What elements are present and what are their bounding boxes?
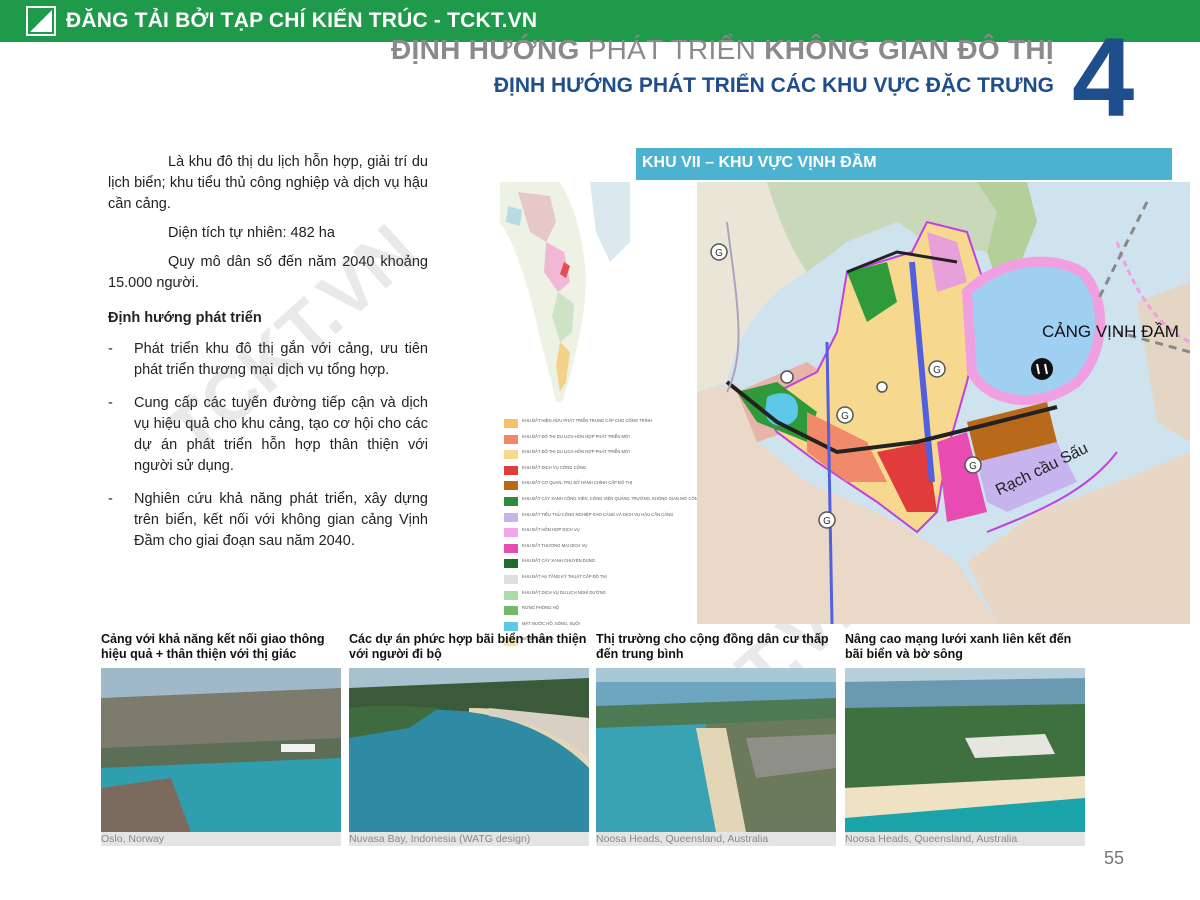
list-item: - Cung cấp các tuyến đường tiếp cận và dị… <box>108 393 428 477</box>
road-marker-label: G <box>969 461 977 472</box>
title-part-1: ĐỊNH HƯỚNG <box>391 34 580 65</box>
list-item: - Nghiên cứu khả năng phát triển, xây dựn… <box>108 489 428 552</box>
legend-swatch <box>504 434 518 444</box>
area-text: Diện tích tự nhiên: 482 ha <box>168 225 335 241</box>
population-text: Quy mô dân số đến năm 2040 khoảng 15.000… <box>108 254 428 291</box>
list-item: - Phát triển khu đô thị gắn với cảng, ưu … <box>108 339 428 381</box>
legend-swatch <box>504 512 518 522</box>
road-marker-label: G <box>823 516 831 527</box>
section-title-bar: KHU VII – KHU VỰC VỊNH ĐẦM <box>636 148 1172 180</box>
legend-swatch <box>504 559 518 569</box>
photo-card: Thị trường cho cộng đồng dân cư thấp đến… <box>596 632 836 846</box>
port-label: CẢNG VỊNH ĐẦM <box>1042 322 1179 341</box>
page-subtitle: ĐỊNH HƯỚNG PHÁT TRIỂN CÁC KHU VỰC ĐẶC TR… <box>493 74 1054 97</box>
beach-resort-photo <box>349 668 589 832</box>
legend-swatch <box>504 496 518 506</box>
banner-text: ĐĂNG TẢI BỞI TẠP CHÍ KIẾN TRÚC - TCKT.VN <box>66 9 538 32</box>
road-marker-icon: G <box>710 243 728 261</box>
legend-swatch <box>504 528 518 538</box>
photo-title: Thị trường cho cộng đồng dân cư thấp đến… <box>596 632 829 661</box>
legend-swatch <box>504 606 518 616</box>
green-beach-photo <box>845 668 1085 832</box>
list-item-text: Nghiên cứu khả năng phát triển, xây dựng… <box>134 491 428 549</box>
list-item-text: Phát triển khu đô thị gắn với cảng, ưu t… <box>134 341 428 378</box>
photo-card: Các dự án phức hợp bãi biển thân thiện v… <box>349 632 589 846</box>
road-marker-icon: G <box>928 360 946 378</box>
photo-caption: Noosa Heads, Queensland, Australia <box>596 832 836 846</box>
road-marker-icon: G <box>836 406 854 424</box>
photo-card: Cảng với khả năng kết nối giao thông hiệ… <box>101 632 341 846</box>
legend-swatch <box>504 590 518 600</box>
bullet-marker: - <box>108 491 113 507</box>
harbor-photo <box>101 668 341 832</box>
list-item-text: Cung cấp các tuyến đường tiếp cận và dịc… <box>134 395 428 474</box>
road-marker-icon: G <box>818 511 836 529</box>
photo-caption: Oslo, Norway <box>101 832 341 846</box>
photo-title: Nâng cao mạng lưới xanh liên kết đến bãi… <box>845 632 1072 661</box>
road-marker-icon: G <box>964 456 982 474</box>
bullet-marker: - <box>108 341 113 357</box>
legend-swatch <box>504 419 518 428</box>
orientation-heading: Định hướng phát triển <box>108 310 262 326</box>
description-column: Là khu đô thị du lịch hỗn hợp, giải trí … <box>108 152 428 564</box>
chapter-number: 4 <box>1072 15 1135 140</box>
road-marker-label: G <box>841 411 849 422</box>
bullet-marker: - <box>108 395 113 411</box>
legend-swatch <box>504 621 518 631</box>
photo-title: Cảng với khả năng kết nối giao thông hiệ… <box>101 632 325 661</box>
legend-swatch <box>504 465 518 475</box>
title-part-3: KHÔNG GIAN ĐÔ THỊ <box>764 34 1054 65</box>
legend-swatch <box>504 450 518 460</box>
photo-card: Nâng cao mạng lưới xanh liên kết đến bãi… <box>845 632 1085 846</box>
road-marker-label: G <box>933 365 941 376</box>
location-inset-map <box>500 182 630 404</box>
page-title: ĐỊNH HƯỚNG PHÁT TRIỂN KHÔNG GIAN ĐÔ THỊ <box>391 34 1054 66</box>
photo-title: Các dự án phức hợp bãi biển thân thiện v… <box>349 632 587 661</box>
coastal-town-photo <box>596 668 836 832</box>
title-part-2: PHÁT TRIỂN <box>587 34 757 65</box>
road-marker-label: G <box>715 248 723 259</box>
triangle-logo-icon <box>26 6 56 36</box>
zoning-map: G G G G G CẢNG VỊNH ĐẦM Rạch cầu Sấu <box>697 182 1190 624</box>
legend-swatch <box>504 481 518 491</box>
legend-swatch <box>504 574 518 584</box>
legend-swatch <box>504 543 518 553</box>
photo-caption: Nuvasa Bay, Indonesia (WATG design) <box>349 832 589 846</box>
photo-caption: Noosa Heads, Queensland, Australia <box>845 832 1085 846</box>
section-title: KHU VII – KHU VỰC VỊNH ĐẦM <box>642 154 877 171</box>
page-number: 55 <box>1104 848 1125 868</box>
intro-paragraph: Là khu đô thị du lịch hỗn hợp, giải trí … <box>108 154 428 212</box>
orientation-list: - Phát triển khu đô thị gắn với cảng, ưu … <box>108 339 428 552</box>
zoning-map-graphic: G G G G G <box>697 182 1190 624</box>
